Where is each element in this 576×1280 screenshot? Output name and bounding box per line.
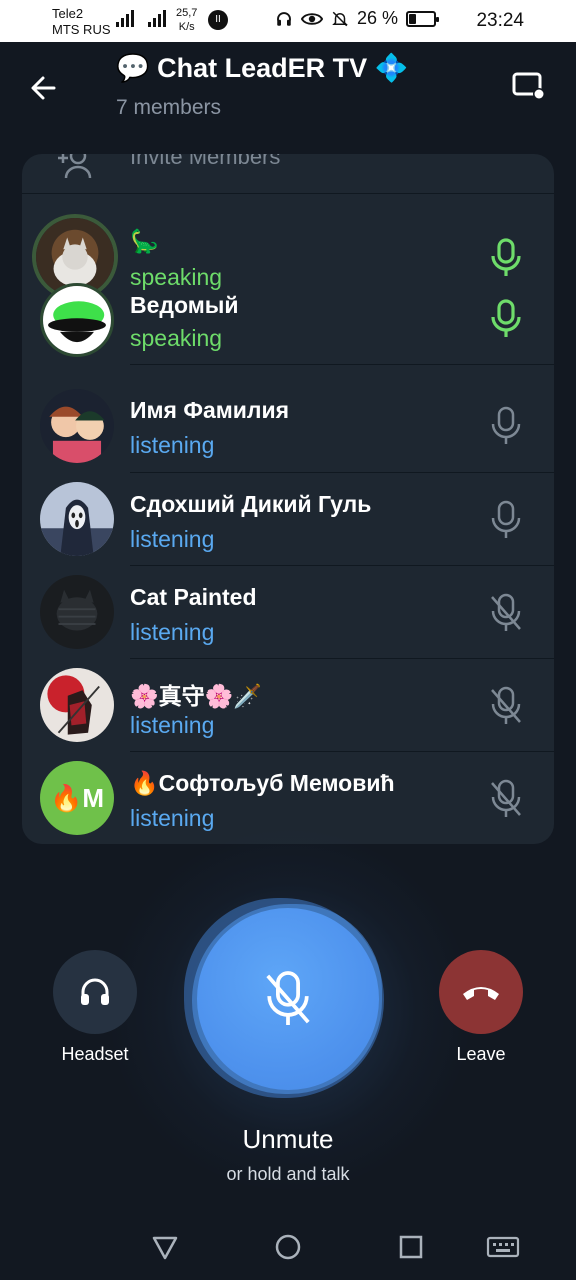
signal-icon-2 — [148, 9, 166, 27]
participant-name: Cat Painted — [130, 584, 257, 610]
avatar — [40, 283, 114, 357]
leave-label: Leave — [456, 1044, 506, 1064]
mic-muted-icon — [266, 971, 310, 1025]
participant-row[interactable]: 🌸真守🌸🗡️ listening — [22, 659, 554, 752]
carrier-2: MTS RUS — [52, 22, 111, 37]
invite-members-label: Invite Members — [130, 154, 281, 169]
add-user-icon — [54, 154, 94, 184]
participant-name: Сдохший Дикий Гуль — [130, 491, 372, 517]
unmute-label: Unmute — [242, 1124, 334, 1154]
mic-muted-icon[interactable] — [488, 779, 524, 819]
avatar — [40, 668, 114, 742]
clock: 23:24 — [476, 10, 524, 31]
member-count: 7 members — [116, 96, 222, 119]
signal-icon — [116, 9, 134, 27]
headset-label: Headset — [61, 1044, 129, 1064]
net-speed-unit: K/s — [178, 21, 195, 33]
arrow-left-icon — [31, 76, 56, 100]
nav-recents-icon[interactable] — [396, 1232, 426, 1262]
chat-title: 💬 Chat LeadER TV 💠 — [116, 53, 409, 83]
leave-button[interactable] — [439, 950, 523, 1034]
participant-status: speaking — [130, 325, 223, 351]
net-speed: 25,7 K/s — [176, 6, 197, 34]
battery-fill — [409, 13, 416, 24]
mic-icon[interactable] — [488, 500, 524, 540]
participant-row[interactable]: Cat Painted listening — [22, 566, 554, 659]
net-speed-value: 25,7 — [176, 7, 198, 19]
participant-status: listening — [130, 619, 215, 645]
participants-list: Invite Members 🦕 speaking Ведомый speaki… — [22, 154, 554, 844]
navigation-bar — [0, 1212, 576, 1280]
mic-muted-icon[interactable] — [488, 593, 524, 633]
battery-icon — [406, 10, 439, 27]
participant-row[interactable]: Сдохший Дикий Гуль listening — [22, 473, 554, 566]
headphones-icon — [81, 978, 109, 1005]
carrier-info: Tele2 MTS RUS — [52, 6, 111, 38]
headset-button[interactable] — [53, 950, 137, 1034]
avatar — [40, 575, 114, 649]
keyboard-icon[interactable] — [486, 1232, 520, 1262]
eye-icon — [300, 12, 323, 25]
avatar-initials: 🔥M — [40, 761, 114, 835]
battery-percent: 26 % — [356, 8, 398, 28]
unmute-button[interactable] — [197, 908, 379, 1090]
bell-off-icon — [332, 11, 348, 26]
participant-row[interactable]: Имя Фамилия listening — [22, 365, 554, 473]
nav-back-icon[interactable] — [150, 1232, 180, 1262]
invite-members-row[interactable]: Invite Members — [22, 154, 554, 194]
participant-status: listening — [130, 805, 215, 831]
participant-status: listening — [130, 432, 215, 458]
status-icons: 26 % — [275, 8, 439, 29]
nav-home-icon[interactable] — [273, 1232, 303, 1262]
header: 💬 Chat LeadER TV 💠 7 members — [0, 42, 576, 152]
signal-icons — [116, 9, 166, 27]
mic-active-icon[interactable] — [488, 299, 524, 339]
participant-name: 🔥Софтољуб Мемовић — [130, 770, 395, 796]
status-bar: Tele2 MTS RUS 25,7 K/s II 26 % 23:24 — [0, 0, 576, 42]
carrier-1: Tele2 — [52, 6, 84, 21]
screen-share-icon — [512, 72, 545, 100]
avatar — [40, 389, 114, 463]
participant-name: 🦕 — [130, 228, 159, 254]
participant-name: 🌸真守🌸🗡️ — [130, 683, 262, 709]
mic-muted-icon[interactable] — [488, 686, 524, 726]
media-pause-icon: II — [208, 10, 228, 30]
unmute-hint: or hold and talk — [226, 1164, 350, 1184]
headphones-status-icon — [277, 11, 291, 26]
avatar — [40, 482, 114, 556]
back-button[interactable] — [24, 68, 64, 108]
screen-share-button[interactable] — [512, 70, 546, 102]
participant-row[interactable]: Ведомый speaking — [22, 272, 554, 365]
participant-status: listening — [130, 526, 215, 552]
participant-name: Ведомый — [130, 292, 239, 318]
participant-name: Имя Фамилия — [130, 397, 290, 423]
hang-up-icon — [463, 987, 499, 1000]
mic-icon[interactable] — [488, 406, 524, 446]
participant-status: listening — [130, 712, 215, 738]
